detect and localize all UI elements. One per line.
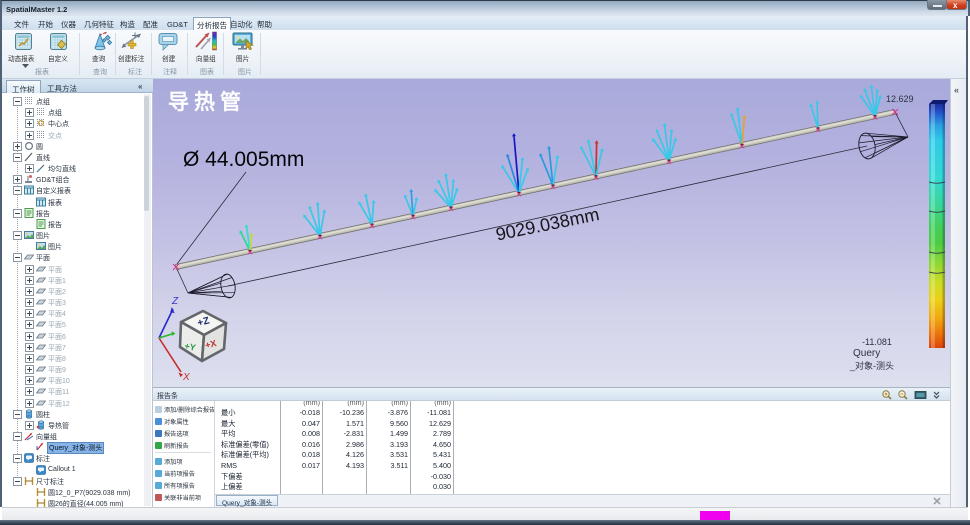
svg-text:Z: Z (171, 296, 179, 307)
svg-text:X: X (182, 372, 190, 383)
